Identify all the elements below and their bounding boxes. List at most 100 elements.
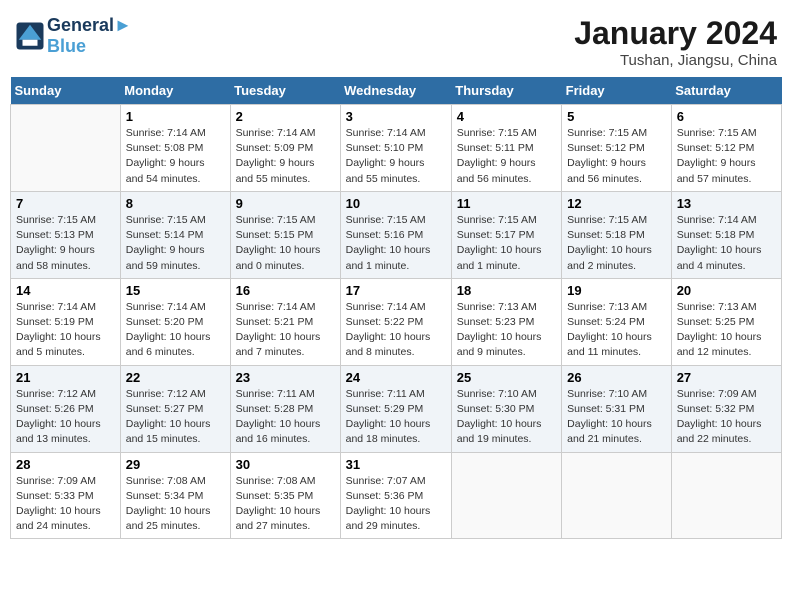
page-header: General► Blue January 2024 Tushan, Jiang…: [10, 10, 782, 69]
calendar-cell: 18 Sunrise: 7:13 AM Sunset: 5:23 PM Dayli…: [451, 278, 561, 365]
calendar-cell: 24 Sunrise: 7:11 AM Sunset: 5:29 PM Dayli…: [340, 365, 451, 452]
col-header-friday: Friday: [562, 77, 672, 105]
calendar-cell: 21 Sunrise: 7:12 AM Sunset: 5:26 PM Dayli…: [11, 365, 121, 452]
day-number: 21: [16, 370, 115, 385]
title-block: January 2024 Tushan, Jiangsu, China: [574, 15, 777, 69]
day-number: 29: [126, 457, 225, 472]
week-row: 7 Sunrise: 7:15 AM Sunset: 5:13 PM Daylig…: [11, 191, 782, 278]
day-info: Sunrise: 7:11 AM Sunset: 5:29 PM Dayligh…: [346, 387, 446, 448]
day-number: 20: [677, 283, 776, 298]
calendar-cell: 19 Sunrise: 7:13 AM Sunset: 5:24 PM Dayli…: [562, 278, 672, 365]
col-header-wednesday: Wednesday: [340, 77, 451, 105]
day-info: Sunrise: 7:13 AM Sunset: 5:24 PM Dayligh…: [567, 300, 666, 361]
day-number: 10: [346, 196, 446, 211]
day-number: 1: [126, 109, 225, 124]
calendar-cell: 7 Sunrise: 7:15 AM Sunset: 5:13 PM Daylig…: [11, 191, 121, 278]
day-number: 24: [346, 370, 446, 385]
calendar-cell: 13 Sunrise: 7:14 AM Sunset: 5:18 PM Dayli…: [671, 191, 781, 278]
day-number: 12: [567, 196, 666, 211]
day-info: Sunrise: 7:15 AM Sunset: 5:17 PM Dayligh…: [457, 213, 556, 274]
day-number: 17: [346, 283, 446, 298]
logo-text: General► Blue: [47, 15, 132, 57]
day-info: Sunrise: 7:12 AM Sunset: 5:26 PM Dayligh…: [16, 387, 115, 448]
day-number: 16: [236, 283, 335, 298]
col-header-tuesday: Tuesday: [230, 77, 340, 105]
day-info: Sunrise: 7:15 AM Sunset: 5:12 PM Dayligh…: [567, 126, 666, 187]
month-year: January 2024: [574, 15, 777, 52]
day-info: Sunrise: 7:13 AM Sunset: 5:25 PM Dayligh…: [677, 300, 776, 361]
col-header-saturday: Saturday: [671, 77, 781, 105]
day-info: Sunrise: 7:08 AM Sunset: 5:34 PM Dayligh…: [126, 474, 225, 535]
col-header-thursday: Thursday: [451, 77, 561, 105]
day-number: 31: [346, 457, 446, 472]
day-info: Sunrise: 7:15 AM Sunset: 5:11 PM Dayligh…: [457, 126, 556, 187]
day-number: 25: [457, 370, 556, 385]
calendar-cell: 9Sunrise: 7:15 AM Sunset: 5:15 PM Daylig…: [230, 191, 340, 278]
day-info: Sunrise: 7:10 AM Sunset: 5:30 PM Dayligh…: [457, 387, 556, 448]
day-info: Sunrise: 7:09 AM Sunset: 5:32 PM Dayligh…: [677, 387, 776, 448]
day-info: Sunrise: 7:14 AM Sunset: 5:20 PM Dayligh…: [126, 300, 225, 361]
calendar-cell: 3 Sunrise: 7:14 AM Sunset: 5:10 PM Daylig…: [340, 105, 451, 192]
day-info: Sunrise: 7:15 AM Sunset: 5:18 PM Dayligh…: [567, 213, 666, 274]
day-info: Sunrise: 7:15 AM Sunset: 5:16 PM Dayligh…: [346, 213, 446, 274]
calendar-cell: 16 Sunrise: 7:14 AM Sunset: 5:21 PM Dayli…: [230, 278, 340, 365]
calendar-cell: 17 Sunrise: 7:14 AM Sunset: 5:22 PM Dayli…: [340, 278, 451, 365]
calendar-cell: 14 Sunrise: 7:14 AM Sunset: 5:19 PM Dayli…: [11, 278, 121, 365]
day-info: Sunrise: 7:15 AM Sunset: 5:13 PM Dayligh…: [16, 213, 115, 274]
week-row: 28 Sunrise: 7:09 AM Sunset: 5:33 PM Dayli…: [11, 452, 782, 539]
day-number: 7: [16, 196, 115, 211]
day-info: Sunrise: 7:14 AM Sunset: 5:22 PM Dayligh…: [346, 300, 446, 361]
day-info: Sunrise: 7:07 AM Sunset: 5:36 PM Dayligh…: [346, 474, 446, 535]
calendar-cell: 12 Sunrise: 7:15 AM Sunset: 5:18 PM Dayli…: [562, 191, 672, 278]
calendar-cell: 28 Sunrise: 7:09 AM Sunset: 5:33 PM Dayli…: [11, 452, 121, 539]
calendar-header-row: SundayMondayTuesdayWednesdayThursdayFrid…: [11, 77, 782, 105]
calendar-cell: 25 Sunrise: 7:10 AM Sunset: 5:30 PM Dayli…: [451, 365, 561, 452]
day-info: Sunrise: 7:09 AM Sunset: 5:33 PM Dayligh…: [16, 474, 115, 535]
calendar-cell: 23 Sunrise: 7:11 AM Sunset: 5:28 PM Dayli…: [230, 365, 340, 452]
calendar-cell: 26Sunrise: 7:10 AM Sunset: 5:31 PM Dayli…: [562, 365, 672, 452]
calendar-cell: [562, 452, 672, 539]
day-info: Sunrise: 7:14 AM Sunset: 5:09 PM Dayligh…: [236, 126, 335, 187]
day-number: 11: [457, 196, 556, 211]
day-info: Sunrise: 7:13 AM Sunset: 5:23 PM Dayligh…: [457, 300, 556, 361]
day-info: Sunrise: 7:14 AM Sunset: 5:21 PM Dayligh…: [236, 300, 335, 361]
day-number: 23: [236, 370, 335, 385]
day-number: 28: [16, 457, 115, 472]
day-number: 4: [457, 109, 556, 124]
day-info: Sunrise: 7:15 AM Sunset: 5:14 PM Dayligh…: [126, 213, 225, 274]
col-header-sunday: Sunday: [11, 77, 121, 105]
day-number: 13: [677, 196, 776, 211]
calendar-cell: 10 Sunrise: 7:15 AM Sunset: 5:16 PM Dayli…: [340, 191, 451, 278]
day-number: 14: [16, 283, 115, 298]
day-info: Sunrise: 7:12 AM Sunset: 5:27 PM Dayligh…: [126, 387, 225, 448]
day-number: 18: [457, 283, 556, 298]
calendar-cell: [671, 452, 781, 539]
calendar-cell: 31 Sunrise: 7:07 AM Sunset: 5:36 PM Dayli…: [340, 452, 451, 539]
calendar-table: SundayMondayTuesdayWednesdayThursdayFrid…: [10, 77, 782, 539]
day-number: 27: [677, 370, 776, 385]
day-number: 15: [126, 283, 225, 298]
logo-icon: [15, 21, 45, 51]
day-number: 22: [126, 370, 225, 385]
day-info: Sunrise: 7:14 AM Sunset: 5:19 PM Dayligh…: [16, 300, 115, 361]
calendar-cell: 1Sunrise: 7:14 AM Sunset: 5:08 PM Daylig…: [120, 105, 230, 192]
day-info: Sunrise: 7:14 AM Sunset: 5:18 PM Dayligh…: [677, 213, 776, 274]
day-number: 30: [236, 457, 335, 472]
day-number: 3: [346, 109, 446, 124]
col-header-monday: Monday: [120, 77, 230, 105]
day-info: Sunrise: 7:14 AM Sunset: 5:10 PM Dayligh…: [346, 126, 446, 187]
calendar-cell: 5Sunrise: 7:15 AM Sunset: 5:12 PM Daylig…: [562, 105, 672, 192]
calendar-cell: 20 Sunrise: 7:13 AM Sunset: 5:25 PM Dayli…: [671, 278, 781, 365]
calendar-body: 1Sunrise: 7:14 AM Sunset: 5:08 PM Daylig…: [11, 105, 782, 539]
calendar-cell: [451, 452, 561, 539]
calendar-cell: 29 Sunrise: 7:08 AM Sunset: 5:34 PM Dayli…: [120, 452, 230, 539]
calendar-cell: 4 Sunrise: 7:15 AM Sunset: 5:11 PM Daylig…: [451, 105, 561, 192]
location: Tushan, Jiangsu, China: [574, 52, 777, 69]
week-row: 21 Sunrise: 7:12 AM Sunset: 5:26 PM Dayli…: [11, 365, 782, 452]
day-number: 2: [236, 109, 335, 124]
day-info: Sunrise: 7:15 AM Sunset: 5:15 PM Dayligh…: [236, 213, 335, 274]
day-number: 8: [126, 196, 225, 211]
day-number: 19: [567, 283, 666, 298]
day-info: Sunrise: 7:11 AM Sunset: 5:28 PM Dayligh…: [236, 387, 335, 448]
day-info: Sunrise: 7:08 AM Sunset: 5:35 PM Dayligh…: [236, 474, 335, 535]
